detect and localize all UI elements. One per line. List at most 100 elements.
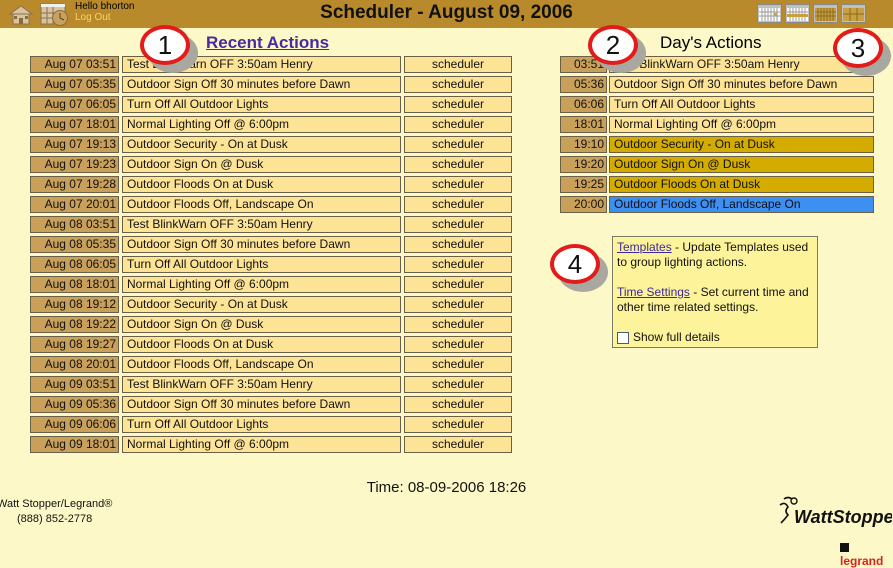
action-date: Aug 09 06:06 [30,416,119,433]
company-phone: (888) 852-2778 [17,513,93,525]
recent-action-row[interactable]: Aug 07 18:01 Normal Lighting Off @ 6:00pm… [30,116,512,133]
recent-action-row[interactable]: Aug 07 20:01 Outdoor Floods Off, Landscap… [30,196,512,213]
action-date: Aug 08 18:01 [30,276,119,293]
action-description: Outdoor Sign Off 30 minutes before Dawn [122,396,401,413]
action-user: scheduler [404,116,512,133]
week-view-icon[interactable] [785,4,810,23]
action-description: Turn Off All Outdoor Lights [122,256,401,273]
action-description: Normal Lighting Off @ 6:00pm [122,116,401,133]
days-actions-table: 03:51 Test BlinkWarn OFF 3:50am Henry 05:3… [560,56,874,216]
action-user: scheduler [404,396,512,413]
recent-actions-link[interactable]: Recent Actions [206,33,329,53]
action-description: Outdoor Floods Off, Landscape On [609,196,874,213]
day-action-row[interactable]: 06:06 Turn Off All Outdoor Lights [560,96,874,113]
time-settings-link[interactable]: Time Settings [617,285,690,299]
day-action-row[interactable]: 18:01 Normal Lighting Off @ 6:00pm [560,116,874,133]
legrand-logo: legrand [840,540,893,568]
action-user: scheduler [404,376,512,393]
action-description: Outdoor Floods On at Dusk [122,176,401,193]
recent-action-row[interactable]: Aug 08 05:35 Outdoor Sign Off 30 minutes … [30,236,512,253]
action-user: scheduler [404,76,512,93]
action-user: scheduler [404,256,512,273]
action-description: Test BlinkWarn OFF 3:50am Henry [609,56,874,73]
action-time: 19:10 [560,136,607,153]
action-time: 06:06 [560,96,607,113]
action-description: Outdoor Sign On @ Dusk [122,156,401,173]
action-user: scheduler [404,296,512,313]
callout-badge: 3 [833,28,883,68]
action-user: scheduler [404,216,512,233]
day-action-row[interactable]: 20:00 Outdoor Floods Off, Landscape On [560,196,874,213]
action-date: Aug 07 06:05 [30,96,119,113]
recent-action-row[interactable]: Aug 09 05:36 Outdoor Sign Off 30 minutes … [30,396,512,413]
templates-link[interactable]: Templates [617,240,672,254]
action-date: Aug 07 05:35 [30,76,119,93]
recent-action-row[interactable]: Aug 08 19:22 Outdoor Sign On @ Dusk schedu… [30,316,512,333]
recent-action-row[interactable]: Aug 07 19:13 Outdoor Security - On at Dus… [30,136,512,153]
action-description: Outdoor Sign Off 30 minutes before Dawn [122,76,401,93]
action-time: 20:00 [560,196,607,213]
action-time: 19:25 [560,176,607,193]
action-time: 19:20 [560,156,607,173]
recent-action-row[interactable]: Aug 08 19:12 Outdoor Security - On at Dus… [30,296,512,313]
day-action-row[interactable]: 19:10 Outdoor Security - On at Dusk [560,136,874,153]
action-user: scheduler [404,316,512,333]
action-date: Aug 07 19:23 [30,156,119,173]
recent-action-row[interactable]: Aug 07 06:05 Turn Off All Outdoor Lights s… [30,96,512,113]
callout-badge: 4 [550,244,600,284]
action-user: scheduler [404,56,512,73]
action-time: 05:36 [560,76,607,93]
wattstopper-logo: WattStopper [779,496,892,527]
action-user: scheduler [404,196,512,213]
action-description: Outdoor Floods On at Dusk [122,336,401,353]
callout-badge: 1 [140,25,190,65]
company-info: Watt Stopper/Legrand® (888) 852-2778 [0,497,112,527]
action-description: Outdoor Sign On @ Dusk [609,156,874,173]
action-user: scheduler [404,176,512,193]
recent-action-row[interactable]: Aug 07 03:51 Test BlinkWarn OFF 3:50am He… [30,56,512,73]
recent-action-row[interactable]: Aug 09 06:06 Turn Off All Outdoor Lights s… [30,416,512,433]
recent-action-row[interactable]: Aug 08 06:05 Turn Off All Outdoor Lights s… [30,256,512,273]
day-action-row[interactable]: 19:20 Outdoor Sign On @ Dusk [560,156,874,173]
action-description: Outdoor Sign On @ Dusk [122,316,401,333]
action-user: scheduler [404,356,512,373]
action-date: Aug 08 19:22 [30,316,119,333]
show-full-details-label: Show full details [633,330,720,344]
year-view-icon[interactable] [841,4,866,23]
recent-action-row[interactable]: Aug 09 18:01 Normal Lighting Off @ 6:00pm… [30,436,512,453]
action-user: scheduler [404,236,512,253]
action-date: Aug 08 20:01 [30,356,119,373]
action-description: Turn Off All Outdoor Lights [122,96,401,113]
recent-action-row[interactable]: Aug 07 19:28 Outdoor Floods On at Dusk sch… [30,176,512,193]
recent-action-row[interactable]: Aug 08 19:27 Outdoor Floods On at Dusk sch… [30,336,512,353]
action-description: Outdoor Security - On at Dusk [122,136,401,153]
month-view-icon[interactable] [813,4,838,23]
recent-action-row[interactable]: Aug 09 03:51 Test BlinkWarn OFF 3:50am He… [30,376,512,393]
top-bar: Hello bhorton Log Out Scheduler - August… [0,0,893,28]
action-date: Aug 07 19:13 [30,136,119,153]
legrand-logo-text: legrand [840,554,884,568]
company-name: Watt Stopper/Legrand® [0,498,113,510]
action-description: Outdoor Floods Off, Landscape On [122,356,401,373]
action-user: scheduler [404,436,512,453]
action-user: scheduler [404,336,512,353]
action-time: 18:01 [560,116,607,133]
recent-action-row[interactable]: Aug 07 05:35 Outdoor Sign Off 30 minutes … [30,76,512,93]
recent-action-row[interactable]: Aug 07 19:23 Outdoor Sign On @ Dusk schedu… [30,156,512,173]
action-date: Aug 08 05:35 [30,236,119,253]
action-user: scheduler [404,156,512,173]
action-description: Outdoor Sign Off 30 minutes before Dawn [122,236,401,253]
action-description: Normal Lighting Off @ 6:00pm [122,436,401,453]
show-full-details-checkbox[interactable] [617,331,629,344]
action-description: Test BlinkWarn OFF 3:50am Henry [122,376,401,393]
action-description: Turn Off All Outdoor Lights [609,96,874,113]
day-view-icon[interactable] [757,4,782,23]
day-action-row[interactable]: 05:36 Outdoor Sign Off 30 minutes before … [560,76,874,93]
recent-action-row[interactable]: Aug 08 18:01 Normal Lighting Off @ 6:00pm… [30,276,512,293]
day-action-row[interactable]: 19:25 Outdoor Floods On at Dusk [560,176,874,193]
recent-action-row[interactable]: Aug 08 20:01 Outdoor Floods Off, Landscap… [30,356,512,373]
show-full-details-option[interactable]: Show full details [617,330,813,345]
callout-badge: 2 [588,25,638,65]
recent-action-row[interactable]: Aug 08 03:51 Test BlinkWarn OFF 3:50am He… [30,216,512,233]
action-date: Aug 08 19:27 [30,336,119,353]
